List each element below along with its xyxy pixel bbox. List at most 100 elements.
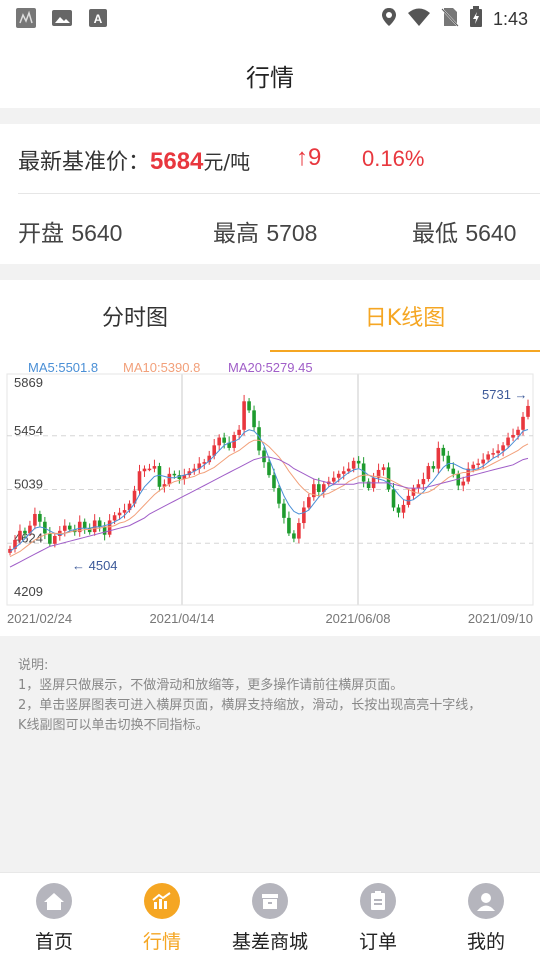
status-time: 1:43 bbox=[492, 8, 528, 29]
candle-body bbox=[102, 526, 107, 535]
notes-line: 2，单击竖屏图表可进入横屏页面，横屏支持缩放，滑动，长按出现高亮十字线， bbox=[18, 698, 482, 713]
signal-box-icon bbox=[14, 7, 38, 29]
candle-body bbox=[292, 533, 296, 539]
candle-body bbox=[307, 497, 311, 508]
candle-body bbox=[277, 488, 281, 504]
candle-body bbox=[331, 477, 336, 482]
max-marker: 5731 → bbox=[482, 387, 528, 402]
x-tick-label: 2021/02/24 bbox=[7, 611, 72, 626]
nav-orders[interactable]: 订单 bbox=[324, 883, 432, 954]
y-tick-label: 5039 bbox=[14, 477, 43, 492]
candle-body bbox=[242, 401, 246, 430]
candle-body bbox=[172, 473, 177, 476]
candle-body bbox=[137, 471, 142, 491]
candle-body bbox=[18, 530, 22, 540]
candle-body bbox=[117, 512, 122, 516]
user-icon bbox=[468, 883, 504, 919]
price-unit: 元/吨 bbox=[203, 150, 251, 174]
x-tick-label: 2021/09/10 bbox=[468, 611, 533, 626]
svg-text:A: A bbox=[94, 12, 103, 26]
candle-body bbox=[217, 437, 221, 446]
candle-body bbox=[92, 520, 97, 533]
candle-body bbox=[461, 481, 466, 486]
notes-title: 说明: bbox=[18, 658, 49, 673]
y-tick-label: 4209 bbox=[14, 584, 43, 599]
font-a-icon: A bbox=[86, 7, 110, 29]
candle-body bbox=[486, 454, 490, 460]
candle-body bbox=[97, 520, 102, 527]
candle-body bbox=[53, 535, 57, 544]
candle-body bbox=[317, 484, 321, 492]
candle-body bbox=[501, 445, 505, 451]
nav-home[interactable]: 首页 bbox=[0, 883, 108, 954]
ma5-line bbox=[9, 429, 529, 552]
candle-body bbox=[222, 437, 226, 443]
price-label: 最新基准价： bbox=[18, 150, 151, 175]
candle-body bbox=[62, 525, 67, 531]
candle-body bbox=[48, 533, 52, 544]
status-bar: A 1:43 bbox=[0, 0, 540, 36]
candle-body bbox=[391, 489, 396, 508]
nav-label: 行情 bbox=[142, 931, 181, 953]
y-tick-label: 5454 bbox=[14, 423, 43, 438]
tab-daily-k[interactable]: 日K线图 bbox=[270, 300, 540, 332]
notes-line: K线副图可以单击切换不同指标。 bbox=[18, 718, 209, 733]
candle-body bbox=[441, 447, 446, 456]
nav-label: 基差商城 bbox=[231, 931, 308, 953]
nav-store[interactable]: 基差商城 bbox=[216, 883, 324, 954]
tab-intraday[interactable]: 分时图 bbox=[0, 300, 270, 332]
open-label: 开盘 bbox=[18, 221, 64, 247]
no-sim-icon bbox=[441, 7, 459, 31]
candle-body bbox=[431, 466, 436, 469]
order-icon bbox=[360, 883, 396, 919]
candle-body bbox=[401, 504, 406, 513]
candle-body bbox=[237, 429, 241, 435]
candle-body bbox=[516, 429, 520, 435]
nav-label: 我的 bbox=[466, 931, 505, 953]
kline-chart[interactable]: 586954545039462442095731 →← 45042021/02/… bbox=[0, 372, 540, 628]
price-value: 5684 bbox=[150, 148, 204, 175]
candle-body bbox=[112, 515, 117, 521]
y-tick-label: 5869 bbox=[14, 375, 43, 390]
bottom-nav: 首页 行情 基差商城 订单 我的 bbox=[0, 872, 540, 960]
candle-body bbox=[496, 450, 500, 454]
candle-body bbox=[302, 507, 306, 524]
candle-body bbox=[476, 463, 480, 465]
candle-body bbox=[167, 473, 172, 485]
nav-profile[interactable]: 我的 bbox=[432, 883, 540, 954]
min-marker: ← 4504 bbox=[72, 558, 118, 573]
tab-underline bbox=[270, 350, 540, 352]
price-panel: 最新基准价： 5684 元/吨 ↑9 0.16% 开盘 5640 最高 5708… bbox=[0, 124, 540, 264]
candle-body bbox=[426, 466, 431, 480]
candle-body bbox=[157, 466, 162, 487]
candle-body bbox=[381, 467, 386, 470]
store-icon bbox=[252, 883, 288, 919]
candle-body bbox=[526, 405, 530, 417]
candle-body bbox=[23, 530, 27, 534]
candle-body bbox=[142, 468, 147, 472]
nav-label: 订单 bbox=[358, 931, 397, 953]
nav-label: 首页 bbox=[34, 931, 73, 953]
image-icon bbox=[50, 7, 74, 29]
candle-body bbox=[511, 434, 515, 438]
chart-icon bbox=[144, 883, 180, 919]
candle-body bbox=[336, 473, 341, 478]
x-tick-label: 2021/04/14 bbox=[149, 611, 214, 626]
open-price: 开盘 5640 bbox=[18, 214, 122, 248]
candle-body bbox=[282, 503, 286, 518]
candle-body bbox=[506, 437, 510, 446]
candle-body bbox=[147, 468, 152, 471]
candle-body bbox=[107, 520, 112, 535]
candle-body bbox=[122, 510, 127, 513]
candle-body bbox=[346, 468, 351, 472]
nav-market[interactable]: 行情 bbox=[108, 883, 216, 954]
notes-line: 1，竖屏只做展示，不做滑动和放缩等，更多操作请前往横屏页面。 bbox=[18, 678, 404, 693]
candle-body bbox=[252, 410, 256, 428]
home-icon bbox=[36, 883, 72, 919]
notes: 说明: 1，竖屏只做展示，不做滑动和放缩等，更多操作请前往横屏页面。 2，单击竖… bbox=[18, 656, 528, 736]
candle-body bbox=[247, 401, 251, 411]
location-icon bbox=[381, 7, 397, 31]
candle-body bbox=[436, 447, 441, 469]
price-change: ↑9 bbox=[296, 144, 322, 171]
candle-body bbox=[471, 464, 476, 469]
